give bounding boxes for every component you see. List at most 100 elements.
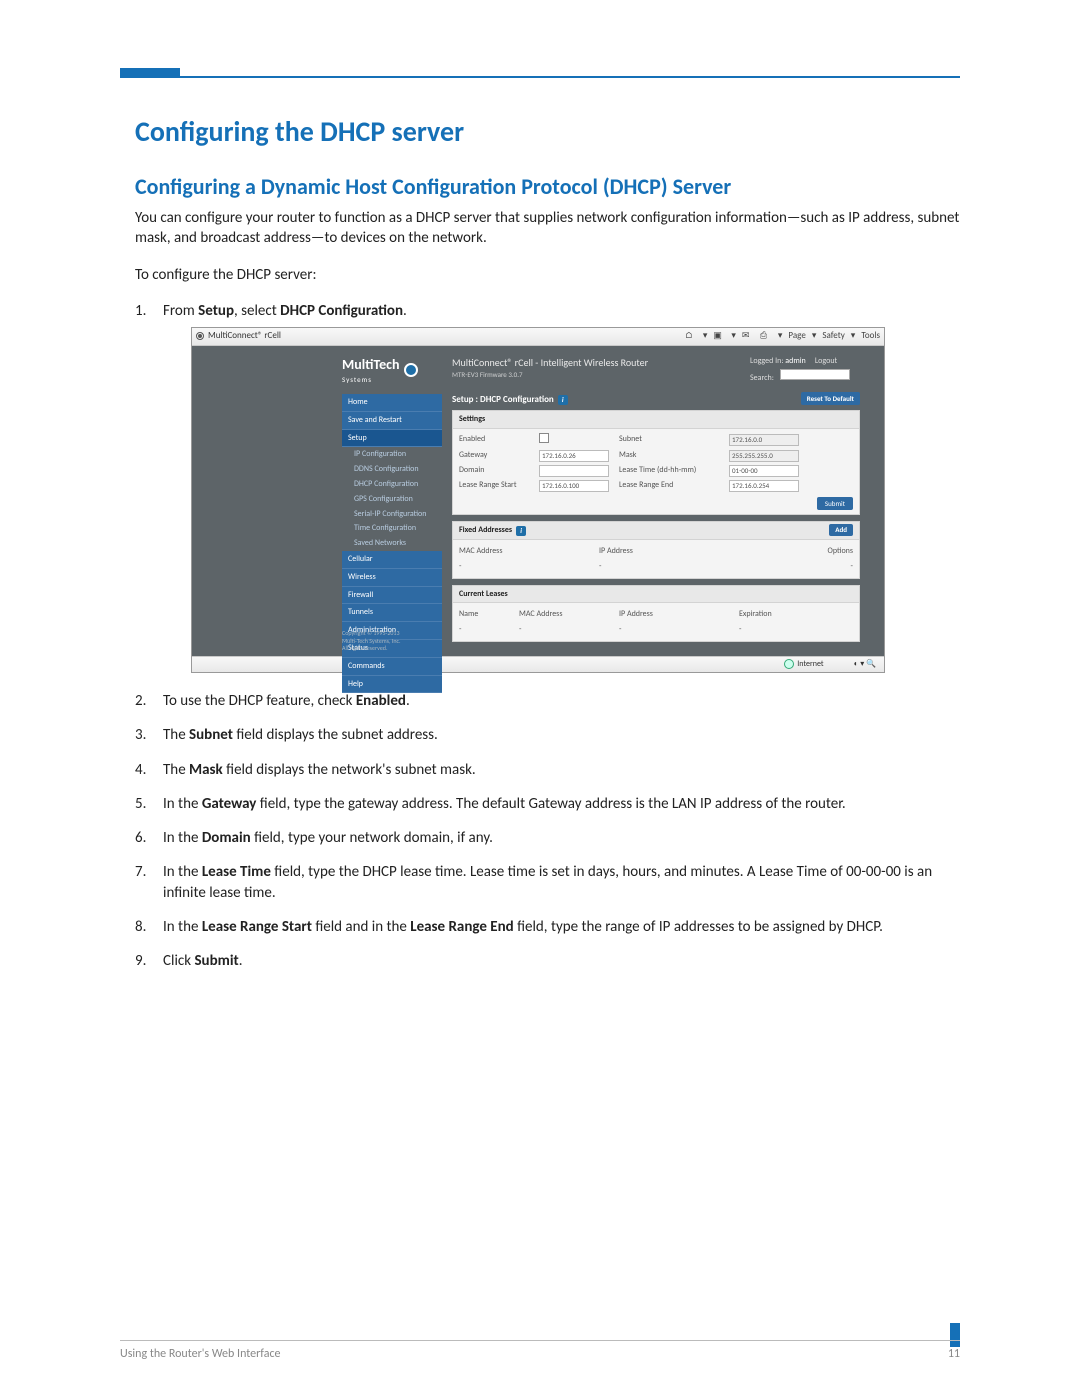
brand-logo: MultiTechSystems xyxy=(342,356,418,384)
submit-button[interactable]: Submit xyxy=(817,497,853,510)
current-leases-panel: Current Leases Name MAC Address IP Addre… xyxy=(452,585,860,642)
label-mask: Mask xyxy=(619,450,719,461)
table-row: - xyxy=(599,561,749,572)
subnet-input[interactable]: 172.16.0.0 xyxy=(729,434,799,446)
step-9: Click Submit. xyxy=(135,951,960,971)
lre-input[interactable]: 172.16.0.254 xyxy=(729,480,799,492)
sidebar-item-setup[interactable]: Setup xyxy=(342,430,442,448)
step-5: In the Gateway field, type the gateway a… xyxy=(135,794,960,814)
col-exp: Expiration xyxy=(739,609,853,620)
search-input[interactable] xyxy=(780,369,850,380)
sidebar-item-commands[interactable]: Commands xyxy=(342,658,442,676)
print-icon[interactable]: ⎙ xyxy=(760,330,772,342)
zoom-controls[interactable]: ◐ ▾ 🔍 xyxy=(854,659,876,670)
info-icon[interactable]: i xyxy=(516,526,526,536)
app-title: MultiConnect® rCell - Intelligent Wirele… xyxy=(452,356,648,379)
label-lrs: Lease Range Start xyxy=(459,480,529,491)
col-opt: Options xyxy=(749,546,853,557)
step-3: The Subnet field displays the subnet add… xyxy=(135,725,960,745)
table-row: - xyxy=(739,624,853,635)
home-icon[interactable]: ⌂ xyxy=(685,330,697,342)
sidebar-item-cellular[interactable]: Cellular xyxy=(342,551,442,569)
logged-in-label: Logged In: xyxy=(750,356,783,366)
label-gateway: Gateway xyxy=(459,450,529,461)
footer-page-number: 11 xyxy=(948,1347,960,1361)
step-2: To use the DHCP feature, check Enabled. xyxy=(135,691,960,711)
domain-input[interactable] xyxy=(539,465,609,477)
leases-title: Current Leases xyxy=(453,586,859,604)
logo-circle-icon xyxy=(404,363,418,377)
header-rule xyxy=(120,76,960,78)
menu-safety[interactable]: Safety xyxy=(822,330,844,342)
gateway-input[interactable]: 172.16.0.26 xyxy=(539,450,609,462)
feed-icon[interactable]: ▣ xyxy=(713,330,725,342)
settings-panel: Settings Enabled Subnet 172.16.0.0 Gatew… xyxy=(452,410,860,515)
browser-statusbar: Internet ◐ ▾ 🔍 xyxy=(192,656,884,672)
sidebar-sub-dhcp[interactable]: DHCP Configuration xyxy=(342,477,442,492)
col-ip: IP Address xyxy=(599,546,749,557)
sidebar-sub-gps[interactable]: GPS Configuration xyxy=(342,492,442,507)
col-mac: MAC Address xyxy=(459,546,599,557)
toolbar-sep: ▾ xyxy=(703,330,708,342)
table-row: - xyxy=(749,561,853,572)
menu-tools[interactable]: Tools xyxy=(861,330,880,342)
label-domain: Domain xyxy=(459,465,529,476)
breadcrumb: Setup : DHCP Configuration i Reset To De… xyxy=(452,394,860,406)
intro-paragraph: You can configure your router to functio… xyxy=(135,208,960,249)
sidebar-sub-time[interactable]: Time Configuration xyxy=(342,521,442,536)
step-1: From Setup, select DHCP Configuration. M… xyxy=(135,301,960,673)
sidebar-sub-ip[interactable]: IP Configuration xyxy=(342,447,442,462)
sidebar-item-save[interactable]: Save and Restart xyxy=(342,412,442,430)
fixed-title: Fixed Addresses xyxy=(459,525,512,536)
sidebar-item-tunnels[interactable]: Tunnels xyxy=(342,604,442,622)
label-enabled: Enabled xyxy=(459,434,529,445)
internet-zone-icon xyxy=(784,659,794,669)
header-accent-tab xyxy=(120,68,180,76)
col-mac2: MAC Address xyxy=(519,609,619,620)
label-lre: Lease Range End xyxy=(619,480,719,491)
footer-left: Using the Router's Web Interface xyxy=(120,1347,281,1361)
settings-panel-head: Settings xyxy=(453,411,859,429)
sidebar-sub-ddns[interactable]: DDNS Configuration xyxy=(342,462,442,477)
sidebar-item-firewall[interactable]: Firewall xyxy=(342,587,442,605)
sidebar-item-wireless[interactable]: Wireless xyxy=(342,569,442,587)
add-button[interactable]: Add xyxy=(829,524,853,535)
table-row: - xyxy=(519,624,619,635)
step-7: In the Lease Time field, type the DHCP l… xyxy=(135,862,960,903)
tab-favicon-icon xyxy=(196,332,204,340)
col-name: Name xyxy=(459,609,519,620)
col-ip2: IP Address xyxy=(619,609,739,620)
table-row: - xyxy=(459,561,599,572)
lrs-input[interactable]: 172.16.0.100 xyxy=(539,480,609,492)
label-lease: Lease Time (dd-hh-mm) xyxy=(619,465,719,476)
enabled-checkbox[interactable] xyxy=(539,433,549,443)
info-icon[interactable]: i xyxy=(558,395,568,405)
router-screenshot: MultiConnect® rCell ⌂ ▾ ▣ ▾ ✉ ⎙ ▾ Page▾ … xyxy=(191,327,885,673)
step-4: The Mask field displays the network's su… xyxy=(135,760,960,780)
reset-button[interactable]: Reset To Default xyxy=(801,392,860,405)
page-heading: Configuring the DHCP server xyxy=(135,114,960,149)
table-row: - xyxy=(459,624,519,635)
menu-page[interactable]: Page xyxy=(788,330,805,342)
sidebar-item-home[interactable]: Home xyxy=(342,394,442,412)
sidebar-sub-saved[interactable]: Saved Networks xyxy=(342,536,442,551)
sidebar-sub-serialip[interactable]: Serial-IP Configuration xyxy=(342,507,442,522)
table-row: - xyxy=(619,624,739,635)
toolbar-sep2: ▾ xyxy=(731,330,736,342)
lead-paragraph: To configure the DHCP server: xyxy=(135,265,960,285)
browser-titlebar: MultiConnect® rCell ⌂ ▾ ▣ ▾ ✉ ⎙ ▾ Page▾ … xyxy=(192,328,884,346)
mask-input[interactable]: 255.255.255.0 xyxy=(729,450,799,462)
logout-link[interactable]: Logout xyxy=(815,356,837,366)
app-copyright: Copyright © 1995-2013 Multi-Tech Systems… xyxy=(342,630,401,652)
label-subnet: Subnet xyxy=(619,434,719,445)
search-label: Search: xyxy=(750,373,774,383)
step-6: In the Domain field, type your network d… xyxy=(135,828,960,848)
lease-input[interactable]: 01-00-00 xyxy=(729,465,799,477)
toolbar-sep3: ▾ xyxy=(778,330,783,342)
section-heading: Configuring a Dynamic Host Configuration… xyxy=(135,173,960,200)
logged-in-user: admin xyxy=(785,356,805,366)
mail-icon[interactable]: ✉ xyxy=(742,330,754,342)
fixed-addresses-panel: Fixed Addresses i Add MAC Address IP Add… xyxy=(452,521,860,578)
step-8: In the Lease Range Start field and in th… xyxy=(135,917,960,937)
browser-tab-title: MultiConnect® rCell xyxy=(208,330,281,342)
